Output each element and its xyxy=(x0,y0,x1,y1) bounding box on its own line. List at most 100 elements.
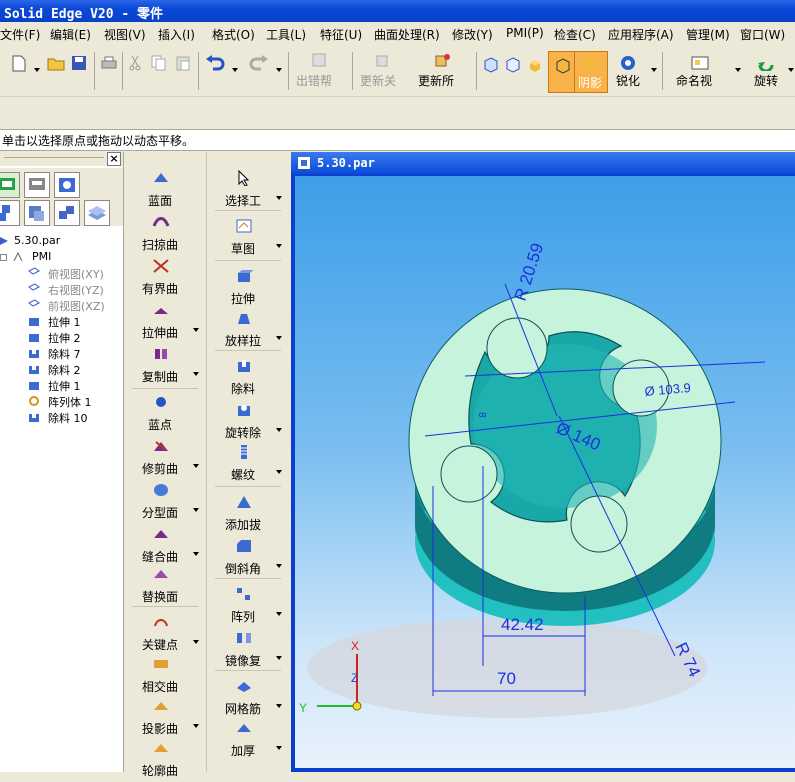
keypoint-curve-button[interactable]: 关键点 xyxy=(126,612,206,656)
sharpen-button[interactable]: 锐化 xyxy=(616,72,640,89)
print-icon[interactable] xyxy=(100,54,118,72)
dropdown-icon[interactable] xyxy=(193,372,199,376)
menu-edit[interactable]: 编辑(E) xyxy=(50,26,91,43)
tree-item-extrude-1[interactable]: 拉伸 1 xyxy=(0,313,123,329)
menu-format[interactable]: 格式(O) xyxy=(212,26,255,43)
menu-view[interactable]: 视图(V) xyxy=(104,26,146,43)
open-icon[interactable] xyxy=(46,54,66,72)
tree-item-right-plane[interactable]: 右视图(YZ) xyxy=(0,281,123,297)
dropdown-icon[interactable] xyxy=(193,724,199,728)
tree-item-cut-2[interactable]: 除料 2 xyxy=(0,361,123,377)
dropdown-icon[interactable] xyxy=(276,564,282,568)
redo-dropdown-icon[interactable] xyxy=(276,68,282,72)
tree-item-cut-7[interactable]: 除料 7 xyxy=(0,345,123,361)
update-related-button[interactable]: 更新关 xyxy=(360,72,396,89)
tree-item-pmi[interactable]: PMI xyxy=(0,249,123,265)
dropdown-icon[interactable] xyxy=(276,612,282,616)
menu-manage[interactable]: 管理(M) xyxy=(686,26,730,43)
named-view-button[interactable]: 命名视 xyxy=(676,72,712,89)
tree-item-front-plane[interactable]: 前视图(XZ) xyxy=(0,297,123,313)
update-all-icon[interactable] xyxy=(434,52,452,68)
rotate-button[interactable]: 旋转 xyxy=(754,72,778,89)
chamfer-button[interactable]: 倒斜角 xyxy=(209,536,289,580)
sketch-button[interactable]: 草图 xyxy=(209,216,289,260)
menu-insert[interactable]: 插入(I) xyxy=(158,26,195,43)
menu-tools[interactable]: 工具(L) xyxy=(266,26,306,43)
sharpen-dropdown-icon[interactable] xyxy=(651,68,657,72)
undo-dropdown-icon[interactable] xyxy=(232,68,238,72)
add-draft-button[interactable]: 添加拔 xyxy=(209,492,289,536)
intersection-curve-button[interactable]: 相交曲 xyxy=(126,654,206,698)
select-tool-button[interactable]: 选择工 xyxy=(209,168,289,212)
copy-surface-button[interactable]: 复制曲 xyxy=(126,344,206,388)
dropdown-icon[interactable] xyxy=(276,704,282,708)
cut-icon[interactable] xyxy=(126,54,144,72)
dropdown-icon[interactable] xyxy=(276,244,282,248)
loft-button[interactable]: 放样拉 xyxy=(209,308,289,352)
sharpen-icon[interactable] xyxy=(618,54,638,72)
menu-surfacing[interactable]: 曲面处理(R) xyxy=(374,26,440,43)
save-icon[interactable] xyxy=(70,54,88,72)
revolved-cutout-button[interactable]: 旋转除 xyxy=(209,400,289,444)
dropdown-icon[interactable] xyxy=(276,746,282,750)
webnetwork-button[interactable]: 网格筋 xyxy=(209,676,289,720)
paste-icon[interactable] xyxy=(174,54,192,72)
tab-feature-library[interactable] xyxy=(0,172,20,198)
tree-item-pattern-1[interactable]: 阵列体 1 xyxy=(0,393,123,409)
dropdown-icon[interactable] xyxy=(193,328,199,332)
dropdown-icon[interactable] xyxy=(276,428,282,432)
tree-item-extrude-1b[interactable]: 拉伸 1 xyxy=(0,377,123,393)
error-help-icon[interactable] xyxy=(310,52,328,68)
panel-grip[interactable] xyxy=(4,157,104,158)
thicken-button[interactable]: 加厚 xyxy=(209,718,289,762)
tree-root[interactable]: 5.30.par xyxy=(0,233,123,249)
copy-icon[interactable] xyxy=(150,54,168,72)
shaded-edges-icon[interactable] xyxy=(526,56,544,74)
model-canvas[interactable]: R 20.59 Ø 103.9 Ø 140 R 74 42.42 70 8 X … xyxy=(295,176,795,768)
menu-features[interactable]: 特征(U) xyxy=(320,26,362,43)
dropdown-icon[interactable] xyxy=(193,508,199,512)
wireframe-view-icon[interactable] xyxy=(482,56,500,74)
bounded-surface-button[interactable]: 有界曲 xyxy=(126,256,206,300)
named-view-dropdown-icon[interactable] xyxy=(735,68,741,72)
3d-viewport[interactable]: R 20.59 Ø 103.9 Ø 140 R 74 42.42 70 8 X … xyxy=(295,176,795,768)
visible-edges-icon[interactable] xyxy=(504,56,522,74)
dropdown-icon[interactable] xyxy=(276,196,282,200)
rotate-dropdown-icon[interactable] xyxy=(788,68,794,72)
dimension-8[interactable]: 8 xyxy=(476,412,487,418)
tree-item-cut-10[interactable]: 除料 10 xyxy=(0,409,123,425)
swept-surface-button[interactable]: 扫掠曲 xyxy=(126,212,206,256)
menu-modify[interactable]: 修改(Y) xyxy=(452,26,493,43)
dropdown-icon[interactable] xyxy=(193,464,199,468)
update-related-icon[interactable] xyxy=(374,52,392,68)
tree-item-extrude-2[interactable]: 拉伸 2 xyxy=(0,329,123,345)
rotate-icon[interactable] xyxy=(756,54,776,72)
dropdown-icon[interactable] xyxy=(276,656,282,660)
menu-file[interactable]: 文件(F) xyxy=(0,26,40,43)
dropdown-icon[interactable] xyxy=(276,470,282,474)
dimension-70[interactable]: 70 xyxy=(497,669,516,688)
tab-assembly[interactable] xyxy=(54,200,80,226)
tree-item-top-plane[interactable]: 俯视图(XY) xyxy=(0,265,123,281)
menu-window[interactable]: 窗口(W) xyxy=(740,26,785,43)
dropdown-icon[interactable] xyxy=(276,336,282,340)
menu-inspect[interactable]: 检查(C) xyxy=(554,26,596,43)
replace-face-button[interactable]: 替换面 xyxy=(126,564,206,608)
cutout-button[interactable]: 除料 xyxy=(209,356,289,400)
named-view-icon[interactable] xyxy=(690,54,710,72)
menu-pmi[interactable]: PMI(P) xyxy=(506,26,544,40)
dropdown-icon[interactable] xyxy=(193,640,199,644)
update-all-button[interactable]: 更新所 xyxy=(418,72,454,89)
tab-sensors[interactable] xyxy=(24,200,50,226)
shade-toggle[interactable]: 阴影 xyxy=(574,51,608,93)
project-curve-button[interactable]: 投影曲 xyxy=(126,696,206,740)
close-panel-icon[interactable]: × xyxy=(107,152,121,166)
pattern-button[interactable]: 阵列 xyxy=(209,584,289,628)
error-help-button[interactable]: 出错帮 xyxy=(296,72,332,89)
new-dropdown-icon[interactable] xyxy=(34,68,40,72)
expand-icon[interactable] xyxy=(0,254,7,261)
mirror-copy-button[interactable]: 镜像复 xyxy=(209,628,289,672)
redo-icon[interactable] xyxy=(248,54,270,72)
extrude-button[interactable]: 拉伸 xyxy=(209,266,289,310)
extruded-surface-button[interactable]: 拉伸曲 xyxy=(126,300,206,344)
